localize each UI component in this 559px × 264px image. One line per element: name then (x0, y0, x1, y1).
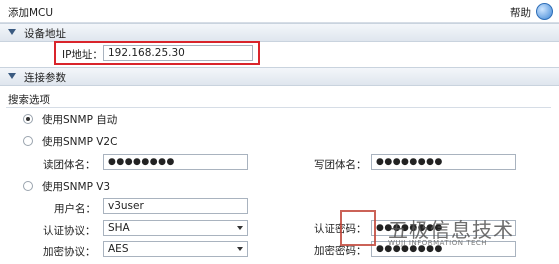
read-community-label: 读团体名： (43, 159, 96, 171)
section-connection-params[interactable]: 连接参数 (0, 67, 559, 86)
encryption-protocol-value: AES (108, 243, 129, 255)
chevron-down-icon[interactable] (237, 247, 243, 251)
chevron-down-icon[interactable] (237, 226, 243, 230)
section-title: 连接参数 (24, 72, 66, 84)
ip-label: IP地址： (62, 49, 103, 61)
encryption-protocol-select[interactable]: AES (103, 241, 248, 257)
radio-snmp-v3-label: 使用SNMP V3 (42, 181, 111, 193)
write-community-input[interactable]: ●●●●●●●● (371, 154, 516, 170)
radio-snmp-v3[interactable] (23, 181, 33, 191)
auth-protocol-select[interactable]: SHA (103, 220, 248, 236)
radio-snmp-auto-label: 使用SNMP 自动 (42, 114, 118, 126)
title-bar: 添加MCU 帮助 (0, 0, 559, 23)
divider (6, 107, 551, 108)
ip-address-input[interactable]: 192.168.25.30 (103, 45, 253, 61)
radio-snmp-auto[interactable] (23, 114, 33, 124)
section-title: 设备地址 (24, 28, 66, 40)
radio-snmp-v2c[interactable] (23, 136, 33, 146)
radio-snmp-v2c-label: 使用SNMP V2C (42, 136, 118, 148)
username-input[interactable]: v3user (103, 198, 248, 214)
read-community-input[interactable]: ●●●●●●●● (103, 154, 248, 170)
section-device-address[interactable]: 设备地址 (0, 23, 559, 42)
dialog-title: 添加MCU (8, 7, 54, 19)
watermark-subtext: WUJI INFORMATION TECH (388, 239, 488, 247)
help-icon[interactable] (536, 3, 553, 20)
collapse-triangle-icon[interactable] (8, 73, 16, 79)
encryption-protocol-label: 加密协议： (43, 246, 96, 258)
auth-protocol-label: 认证协议： (43, 225, 96, 237)
write-community-label: 写团体名： (314, 159, 367, 171)
username-label: 用户名： (54, 203, 96, 215)
help-link[interactable]: 帮助 (510, 5, 531, 20)
watermark-logo-icon (340, 210, 376, 246)
search-options-title: 搜索选项 (8, 94, 50, 106)
collapse-triangle-icon[interactable] (8, 29, 16, 35)
auth-protocol-value: SHA (108, 222, 130, 234)
